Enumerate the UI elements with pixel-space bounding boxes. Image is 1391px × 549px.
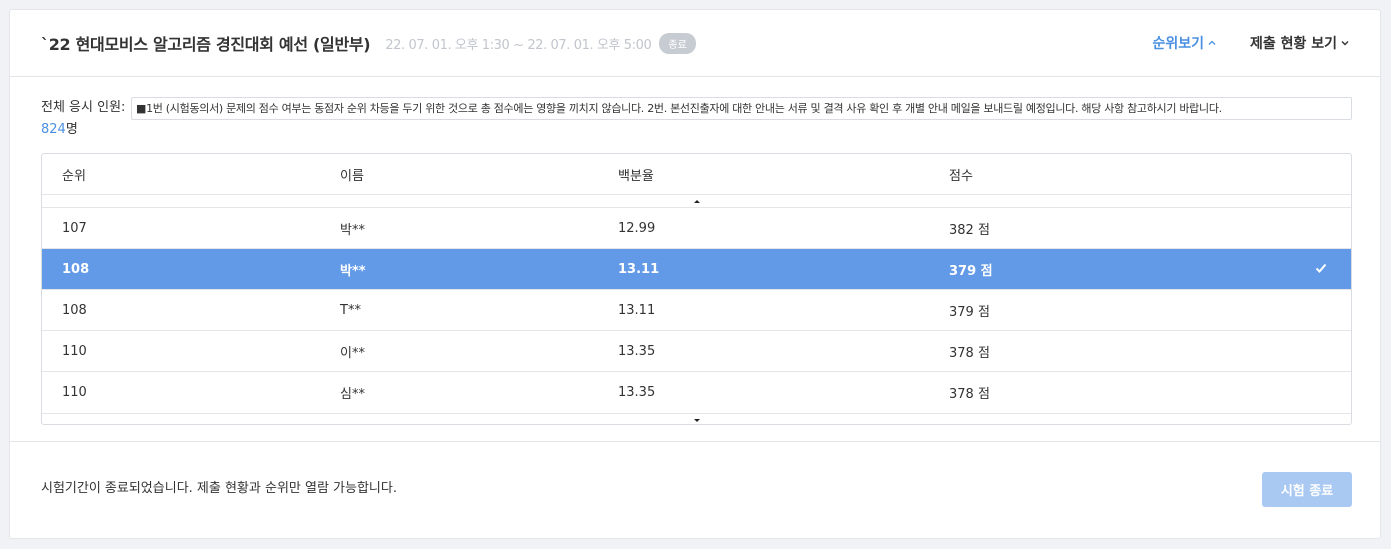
cell-name: 심** — [340, 387, 365, 402]
card-footer: 시험기간이 종료되었습니다. 제출 현황과 순위만 열람 가능합니다. 시험 종… — [10, 441, 1380, 540]
cell-rank: 110 — [62, 343, 87, 359]
cell-percent: 13.11 — [618, 302, 656, 318]
table-row[interactable]: 110 이** 13.35 378 점 — [42, 331, 1351, 372]
cell-score: 379 점 — [949, 263, 993, 279]
contest-header: `22 현대모비스 알고리즘 경진대회 예선 (일반부) 22. 07. 01.… — [10, 10, 1380, 77]
cell-percent: 13.11 — [618, 261, 660, 277]
table-row[interactable]: 107 박** 12.99 382 점 — [42, 208, 1351, 249]
ranking-table: 순위 이름 백분율 점수 107 박** 12.99 382 점 108 박**… — [41, 153, 1352, 425]
cell-score: 379 점 — [949, 304, 990, 320]
notice-box: ■1번 (시험동의서) 문제의 점수 여부는 동점자 순위 차등을 두기 위한 … — [131, 97, 1352, 120]
contest-card: `22 현대모비스 알고리즘 경진대회 예선 (일반부) 22. 07. 01.… — [9, 9, 1381, 539]
ranking-toggle-button[interactable]: 순위보기 — [1152, 33, 1217, 53]
check-icon — [1315, 263, 1327, 273]
contest-title: `22 현대모비스 알고리즘 경진대회 예선 (일반부) — [41, 35, 371, 54]
scroll-down-arrow-icon — [693, 418, 700, 422]
scroll-down-button[interactable] — [42, 413, 1351, 424]
table-row[interactable]: 110 심** 13.35 378 점 — [42, 372, 1351, 413]
cell-name: 박** — [340, 222, 365, 238]
total-label: 전체 응시 인원: — [41, 100, 126, 115]
cell-score: 378 점 — [949, 387, 990, 402]
submission-status-label: 제출 현황 보기 — [1249, 36, 1337, 52]
chevron-up-icon — [1208, 40, 1216, 45]
table-row[interactable]: 108 T** 13.11 379 점 — [42, 290, 1351, 331]
end-exam-button[interactable]: 시험 종료 — [1262, 472, 1352, 507]
cell-rank: 108 — [62, 261, 90, 277]
cell-name: 박** — [340, 263, 366, 279]
cell-percent: 13.35 — [618, 343, 656, 359]
cell-score: 382 점 — [949, 222, 990, 238]
info-row: 전체 응시 인원: 824명 ■1번 (시험동의서) 문제의 점수 여부는 동점… — [41, 97, 1352, 141]
cell-name: 이** — [340, 345, 365, 361]
column-header-percent: 백분율 — [618, 168, 654, 184]
header-actions: 순위보기 제출 현황 보기 — [1152, 33, 1350, 53]
chevron-down-icon — [1341, 41, 1349, 46]
cell-percent: 12.99 — [618, 220, 656, 236]
scroll-up-arrow-icon — [693, 199, 700, 203]
column-header-name: 이름 — [340, 168, 364, 184]
total-unit: 명 — [65, 122, 78, 137]
submission-status-button[interactable]: 제출 현황 보기 — [1250, 33, 1350, 53]
table-row-selected[interactable]: 108 박** 13.11 379 점 — [42, 249, 1351, 290]
total-count: 824 — [41, 122, 66, 137]
cell-rank: 108 — [62, 302, 87, 318]
cell-percent: 13.35 — [618, 385, 656, 400]
table-header: 순위 이름 백분율 점수 — [42, 154, 1351, 195]
table-body: 107 박** 12.99 382 점 108 박** 13.11 379 점 … — [42, 208, 1351, 413]
scroll-up-button[interactable] — [42, 195, 1351, 208]
cell-rank: 107 — [62, 220, 87, 236]
contest-period: 22. 07. 01. 오후 1:30 ~ 22. 07. 01. 오후 5:0… — [385, 37, 652, 53]
cell-name: T** — [340, 302, 361, 318]
ranking-toggle-label: 순위보기 — [1152, 36, 1204, 52]
column-header-score: 점수 — [949, 168, 973, 184]
cell-score: 378 점 — [949, 345, 990, 361]
exam-ended-message: 시험기간이 종료되었습니다. 제출 현황과 순위만 열람 가능합니다. — [41, 481, 397, 496]
column-header-rank: 순위 — [62, 168, 86, 184]
status-badge: 종료 — [659, 32, 696, 54]
total-examinees: 전체 응시 인원: 824명 — [41, 97, 127, 141]
cell-rank: 110 — [62, 385, 87, 400]
